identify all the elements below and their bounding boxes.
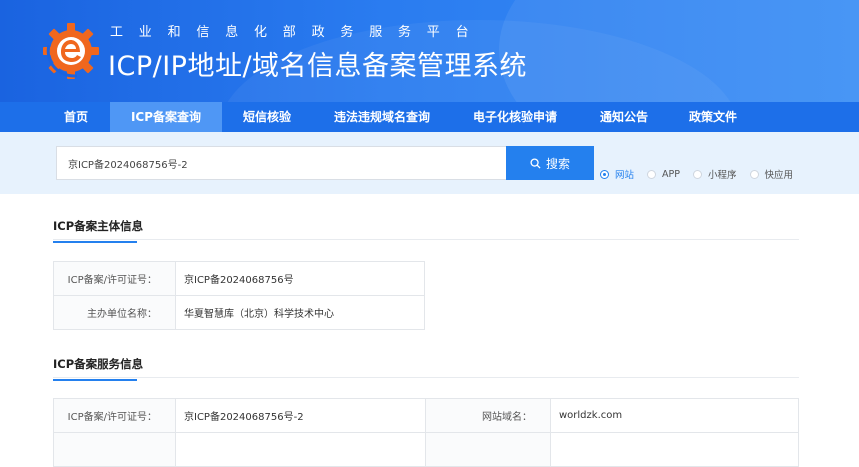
field-label xyxy=(425,432,551,467)
subject-info-table: ICP备案/许可证号： 京ICP备2024068756号 主办单位名称： 华夏智… xyxy=(53,261,425,330)
nav-item-illegal-domain-query[interactable]: 违法违规域名查询 xyxy=(320,102,444,132)
radio-app[interactable]: APP xyxy=(647,169,680,180)
section-title-text: ICP备案主体信息 xyxy=(53,219,144,233)
nav-item-sms-verify[interactable]: 短信核验 xyxy=(234,102,300,132)
radio-label: 快应用 xyxy=(764,170,794,181)
field-label: 主办单位名称： xyxy=(53,295,176,330)
radio-circle xyxy=(692,169,702,179)
field-value xyxy=(550,432,799,467)
radio-quick-app[interactable]: 快应用 xyxy=(749,167,794,181)
field-label: 网站域名： xyxy=(425,398,551,433)
system-title: ICP/IP地址/域名信息备案管理系统 xyxy=(108,51,528,82)
nav-item-e-verify-apply[interactable]: 电子化核验申请 xyxy=(462,102,568,132)
radio-circle xyxy=(647,169,657,179)
radio-mini-program[interactable]: 小程序 xyxy=(692,167,737,181)
radio-website[interactable]: 网站 xyxy=(600,167,634,181)
section-title-underline xyxy=(53,379,137,381)
organizer-name-value: 华夏智慧库（北京）科学技术中心 xyxy=(175,295,425,330)
nav-item-icp-query[interactable]: ICP备案查询 xyxy=(110,102,222,132)
radio-label: APP xyxy=(662,168,680,180)
nav-item-notices[interactable]: 通知公告 xyxy=(588,102,660,132)
website-domain-value: worldzk.com xyxy=(550,398,799,433)
radio-label: 网站 xyxy=(615,170,635,181)
field-label xyxy=(53,432,176,467)
table-row xyxy=(53,432,799,467)
license-number-value: 京ICP备2024068756号 xyxy=(175,261,425,296)
nav-item-home[interactable]: 首页 xyxy=(52,102,100,132)
search-icon xyxy=(530,157,541,169)
search-area: 搜索 网站 APP 小程序 快应用 xyxy=(0,132,859,194)
section-divider xyxy=(53,239,799,240)
gear-e-logo-icon xyxy=(43,23,99,79)
main-nav: 首页 ICP备案查询 短信核验 违法违规域名查询 电子化核验申请 通知公告 政策… xyxy=(0,102,859,132)
header-banner: 工业和信息化部政务服务平台 ICP/IP地址/域名信息备案管理系统 xyxy=(0,0,859,102)
ministry-subtitle: 工业和信息化部政务服务平台 xyxy=(110,25,485,40)
section-title-text: ICP备案服务信息 xyxy=(53,357,144,371)
search-input[interactable] xyxy=(56,146,507,180)
table-row: ICP备案/许可证号： 京ICP备2024068756号 xyxy=(53,261,425,296)
table-row: 主办单位名称： 华夏智慧库（北京）科学技术中心 xyxy=(53,295,425,330)
field-label: ICP备案/许可证号： xyxy=(53,398,176,433)
search-button[interactable]: 搜索 xyxy=(506,146,594,180)
service-info-table: ICP备案/许可证号： 京ICP备2024068756号-2 网站域名： wor… xyxy=(53,398,799,467)
section-divider xyxy=(53,377,799,378)
radio-label: 小程序 xyxy=(707,170,737,181)
service-section-title: ICP备案服务信息 xyxy=(53,356,144,381)
radio-circle xyxy=(600,169,609,179)
search-button-label: 搜索 xyxy=(545,156,570,171)
section-title-underline xyxy=(53,241,137,243)
field-value xyxy=(175,432,426,467)
subject-section-title: ICP备案主体信息 xyxy=(53,218,144,243)
table-row: ICP备案/许可证号： 京ICP备2024068756号-2 网站域名： wor… xyxy=(53,398,799,433)
service-license-number-value: 京ICP备2024068756号-2 xyxy=(175,398,426,433)
radio-circle xyxy=(749,169,759,179)
field-label: ICP备案/许可证号： xyxy=(53,261,176,296)
nav-item-policy-docs[interactable]: 政策文件 xyxy=(678,102,748,132)
search-type-options: 网站 APP 小程序 快应用 xyxy=(600,167,806,181)
